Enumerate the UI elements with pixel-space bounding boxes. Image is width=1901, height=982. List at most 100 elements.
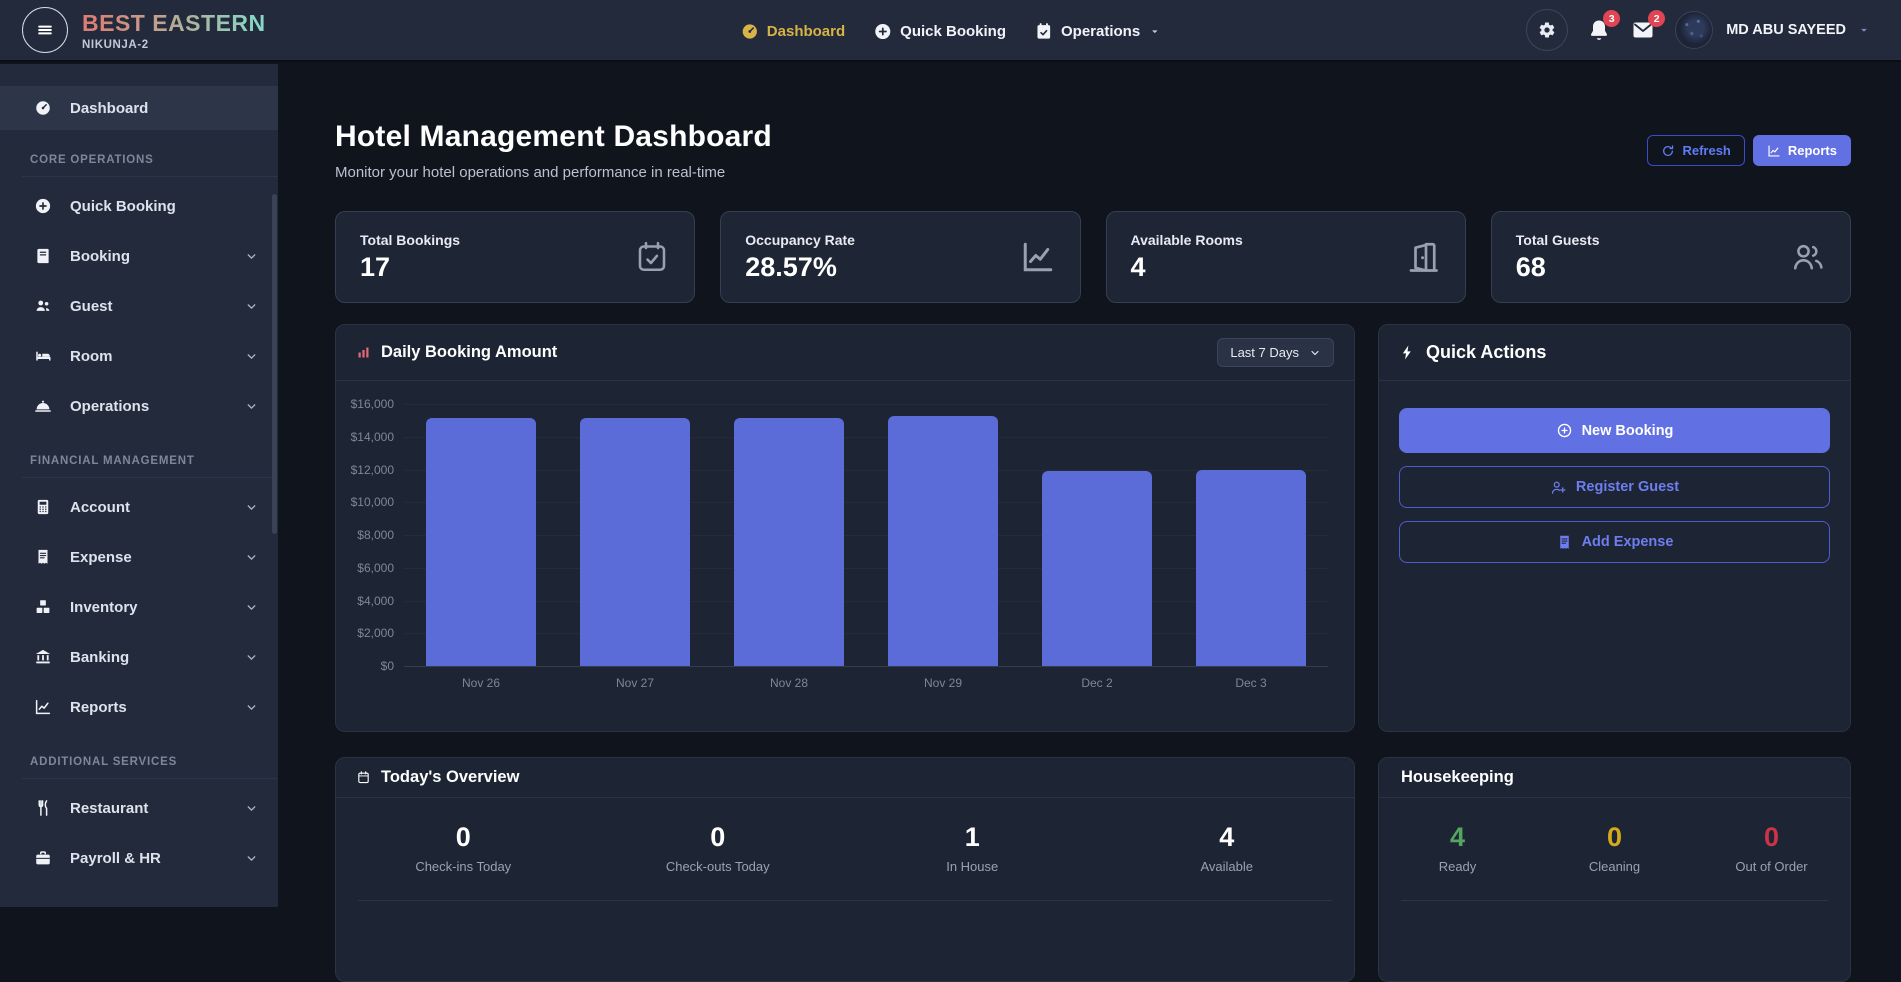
settings-button[interactable] (1526, 9, 1568, 51)
nav-item-operations[interactable]: Operations (1034, 22, 1161, 41)
sidebar-item-label: Restaurant (70, 800, 148, 817)
sidebar-item-label: Reports (70, 699, 127, 716)
sidebar-item-banking[interactable]: Banking (0, 632, 278, 682)
x-axis-tick-label: Dec 2 (1020, 676, 1174, 690)
sidebar-scrollbar[interactable] (272, 194, 277, 534)
chart-y-axis: $0$2,000$4,000$6,000$8,000$10,000$12,000… (342, 404, 404, 666)
chart-bar-nov-29[interactable] (888, 416, 997, 666)
y-axis-tick-label: $16,000 (351, 397, 394, 411)
chevron-down-icon (245, 651, 258, 664)
divider (358, 900, 1332, 901)
stat-label: Check-ins Today (336, 859, 591, 874)
chart-bar-dec-3[interactable] (1196, 470, 1305, 666)
sidebar-item-account[interactable]: Account (0, 482, 278, 532)
door-open-icon (1405, 239, 1441, 275)
sidebar-item-label: Guest (70, 298, 113, 315)
notifications-button[interactable]: 3 (1587, 18, 1611, 42)
messages-button[interactable]: 2 (1630, 18, 1656, 42)
chart-plot-area (404, 404, 1328, 666)
sidebar-item-restaurant[interactable]: Restaurant (0, 783, 278, 833)
user-avatar[interactable] (1675, 11, 1713, 49)
refresh-button[interactable]: Refresh (1647, 135, 1744, 166)
bolt-icon (1399, 344, 1416, 361)
stat-value: 4 (1100, 822, 1355, 853)
chevron-down-icon (245, 852, 258, 865)
stat-card-total-bookings: Total Bookings17 (335, 211, 695, 303)
chart-gridline (404, 666, 1328, 667)
nav-item-quick-booking[interactable]: Quick Booking (873, 22, 1006, 41)
sidebar-item-expense[interactable]: Expense (0, 532, 278, 582)
chart-bar-cell (404, 404, 558, 666)
sidebar-item-payroll-hr[interactable]: Payroll & HR (0, 833, 278, 883)
calendar-icon (356, 770, 371, 785)
date-range-select[interactable]: Last 7 Days (1217, 338, 1334, 367)
chart-bar-nov-26[interactable] (426, 418, 535, 666)
quick-actions-title: Quick Actions (1426, 342, 1546, 363)
people-outline-icon (1790, 239, 1826, 275)
chart-x-axis: Nov 26Nov 27Nov 28Nov 29Dec 2Dec 3 (404, 676, 1328, 690)
sidebar-item-room[interactable]: Room (0, 331, 278, 381)
stat-check-outs-today: 0Check-outs Today (591, 822, 846, 874)
chart-bar-nov-27[interactable] (580, 418, 689, 666)
menu-toggle-button[interactable] (22, 7, 68, 53)
plus-circle-solid-icon (30, 197, 56, 215)
chart-bar-nov-28[interactable] (734, 418, 843, 666)
x-axis-tick-label: Nov 27 (558, 676, 712, 690)
chart-bar-cell (558, 404, 712, 666)
brand[interactable]: BEST EASTERN NIKUNJA-2 (0, 7, 300, 53)
date-range-value: Last 7 Days (1230, 345, 1299, 360)
stat-label: Ready (1379, 859, 1536, 874)
navbar-menu: Dashboard Quick Booking Operations (740, 0, 1161, 62)
boxes-icon (30, 598, 56, 616)
sidebar-item-reports[interactable]: Reports (0, 682, 278, 732)
stat-value: 1 (845, 822, 1100, 853)
todays-overview-card: Today's Overview 0Check-ins Today0Check-… (335, 757, 1355, 982)
stat-value: 17 (360, 252, 460, 283)
register-guest-button[interactable]: Register Guest (1399, 466, 1830, 508)
stat-card-available-rooms: Available Rooms 4 (1106, 211, 1466, 303)
calendar-solid-icon (1034, 22, 1053, 41)
stat-label: Available Rooms (1131, 232, 1243, 248)
user-name[interactable]: MD ABU SAYEED (1726, 22, 1846, 38)
bed-icon (30, 347, 56, 365)
chart-bars (404, 404, 1328, 666)
stat-label: Available (1100, 859, 1355, 874)
refresh-button-label: Refresh (1682, 143, 1730, 158)
gear-icon (1538, 21, 1556, 39)
brand-subtitle: NIKUNJA-2 (82, 39, 266, 51)
receipt-icon (1556, 534, 1573, 551)
book-icon (30, 247, 56, 265)
sidebar-item-quick-booking[interactable]: Quick Booking (0, 181, 278, 231)
chevron-down-icon (245, 701, 258, 714)
sidebar-item-label: Expense (70, 549, 132, 566)
sidebar-item-label: Booking (70, 248, 130, 265)
x-axis-tick-label: Nov 28 (712, 676, 866, 690)
y-axis-tick-label: $6,000 (357, 561, 394, 575)
briefcase-icon (30, 849, 56, 867)
user-menu-caret-icon[interactable] (1857, 23, 1871, 37)
button-label: Add Expense (1582, 534, 1674, 550)
chart-line-icon (1767, 144, 1781, 158)
plus-circle-solid-icon (873, 22, 892, 41)
reports-button[interactable]: Reports (1753, 135, 1851, 166)
button-label: New Booking (1582, 423, 1674, 439)
new-booking-button[interactable]: New Booking (1399, 408, 1830, 453)
chart-bar-dec-2[interactable] (1042, 471, 1151, 666)
chart-line-icon (30, 698, 56, 716)
stat-value: 0 (336, 822, 591, 853)
nav-item-dashboard[interactable]: Dashboard (740, 22, 845, 41)
stat-value: 4 (1131, 252, 1243, 283)
add-expense-button[interactable]: Add Expense (1399, 521, 1830, 563)
speedometer-icon (30, 99, 56, 117)
page-title: Hotel Management Dashboard (335, 120, 772, 154)
chevron-down-icon (245, 601, 258, 614)
stat-value: 28.57% (745, 252, 855, 283)
nav-item-label: Operations (1061, 23, 1140, 40)
sidebar-item-guest[interactable]: Guest (0, 281, 278, 331)
sidebar-item-dashboard[interactable]: Dashboard (0, 86, 278, 130)
sidebar-section-header: CORE OPERATIONS (30, 154, 278, 166)
sidebar-item-inventory[interactable]: Inventory (0, 582, 278, 632)
sidebar-item-operations[interactable]: Operations (0, 381, 278, 431)
sidebar-item-booking[interactable]: Booking (0, 231, 278, 281)
sidebar-item-label: Dashboard (70, 100, 148, 117)
